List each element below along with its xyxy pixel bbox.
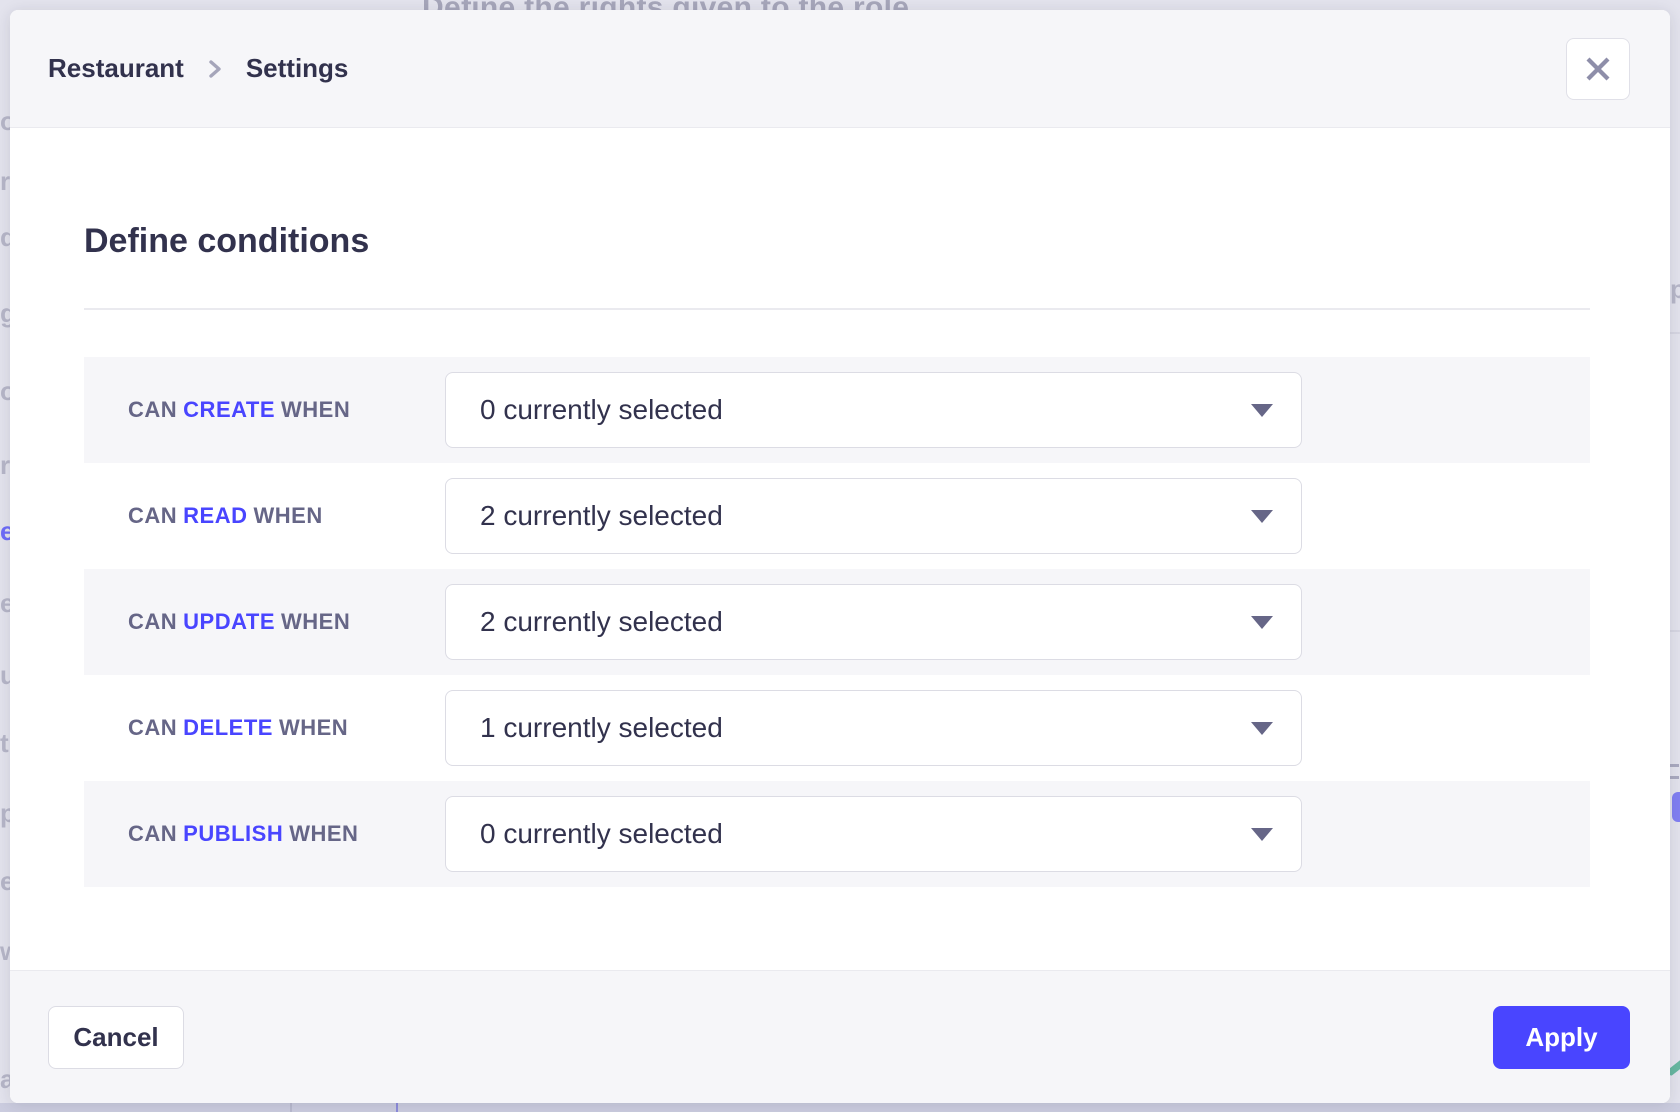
label-prefix: CAN [128,397,177,422]
background-left-edge: ol rd g o ri e er u ti p e w ai [0,0,10,1112]
background-text-fragment [1670,764,1679,767]
background-text-fragment: e [0,866,10,897]
condition-label: CANCREATEWHEN [84,397,445,423]
condition-label: CANREAD WHEN [84,503,445,529]
select-value: 0 currently selected [480,394,723,426]
background-row-divider [1670,630,1680,632]
background-text-fragment: p [0,798,10,829]
can-read-when-select[interactable]: 2 currently selected [445,478,1302,554]
breadcrumb: Restaurant Settings [48,53,348,84]
can-update-when-select[interactable]: 2 currently selected [445,584,1302,660]
background-scrollbar-fragment [1672,792,1680,822]
label-suffix: WHEN [279,715,348,740]
condition-label: CANDELETEWHEN [84,715,445,741]
background-text-fragment: g [0,298,10,329]
apply-button[interactable]: Apply [1493,1006,1630,1069]
modal-body: Define conditions CANCREATEWHEN 0 curren… [10,128,1670,970]
select-value: 1 currently selected [480,712,723,744]
condition-row-update: CANUPDATEWHEN 2 currently selected [84,569,1590,675]
background-divider [396,1103,398,1112]
background-text-fragment: e [0,516,10,547]
chevron-right-icon [208,57,222,81]
define-conditions-modal: Restaurant Settings Define conditions [10,10,1670,1103]
close-button[interactable] [1566,38,1630,100]
label-prefix: CAN [128,609,177,634]
caret-down-icon [1251,510,1273,523]
background-text-fragment [1670,776,1679,779]
page-title: Define conditions [84,222,1670,261]
label-action: UPDATE [183,609,275,634]
background-text-fragment: u [0,660,10,691]
breadcrumb-item-settings[interactable]: Settings [246,53,349,84]
label-action: CREATE [183,397,275,422]
caret-down-icon [1251,404,1273,417]
background-text-fragment: p [1670,274,1680,305]
label-suffix: WHEN [281,397,350,422]
conditions-list: CANCREATEWHEN 0 currently selected CANRE… [84,357,1590,887]
background-bottom-edge [0,1103,1680,1112]
label-action: PUBLISH [183,821,283,846]
background-text-fragment: d [0,222,10,253]
condition-label: CANPUBLISHWHEN [84,821,445,847]
condition-label: CANUPDATEWHEN [84,609,445,635]
condition-row-delete: CANDELETEWHEN 1 currently selected [84,675,1590,781]
background-text-fragment: r [0,166,10,197]
background-pencil-icon [1670,1055,1680,1077]
background-row-divider [1670,332,1680,334]
background-text-fragment: er [0,588,10,619]
select-value: 2 currently selected [480,606,723,638]
condition-row-read: CANREAD WHEN 2 currently selected [84,463,1590,569]
caret-down-icon [1251,828,1273,841]
can-publish-when-select[interactable]: 0 currently selected [445,796,1302,872]
select-value: 0 currently selected [480,818,723,850]
select-value: 2 currently selected [480,500,723,532]
label-action: DELETE [183,715,273,740]
close-icon [1583,54,1613,84]
label-prefix: CAN [128,503,177,528]
background-text-fragment: ol [0,106,10,137]
condition-row-create: CANCREATEWHEN 0 currently selected [84,357,1590,463]
background-text-fragment: ti [0,728,10,759]
cancel-button[interactable]: Cancel [48,1006,184,1069]
label-action: READ [183,503,247,528]
label-prefix: CAN [128,821,177,846]
condition-row-publish: CANPUBLISHWHEN 0 currently selected [84,781,1590,887]
label-suffix: WHEN [289,821,358,846]
can-create-when-select[interactable]: 0 currently selected [445,372,1302,448]
breadcrumb-item-restaurant[interactable]: Restaurant [48,53,184,84]
label-prefix: CAN [128,715,177,740]
caret-down-icon [1251,616,1273,629]
caret-down-icon [1251,722,1273,735]
label-suffix: WHEN [254,503,323,528]
background-text-fragment: o [0,376,10,407]
background-text-fragment: ai [0,1064,10,1095]
background-text-fragment: w [0,936,10,967]
modal-header: Restaurant Settings [10,10,1670,128]
label-suffix: WHEN [281,609,350,634]
background-right-edge: p [1670,0,1680,1112]
background-text-fragment: ri [0,450,10,481]
modal-footer: Cancel Apply [10,970,1670,1103]
title-divider [84,308,1590,310]
background-divider [290,1103,292,1112]
can-delete-when-select[interactable]: 1 currently selected [445,690,1302,766]
